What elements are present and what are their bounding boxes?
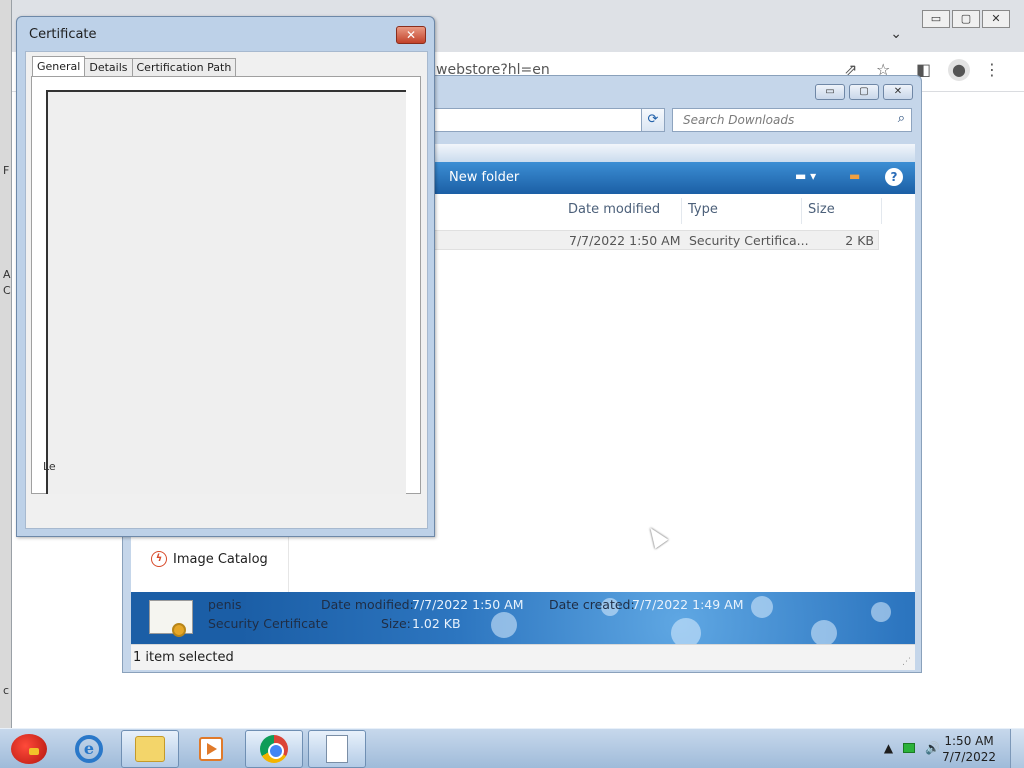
- explorer-maximize-button[interactable]: ▢: [849, 84, 879, 100]
- taskbar-file-explorer[interactable]: [121, 730, 179, 768]
- navigation-pane: ϟ Image Catalog: [131, 536, 289, 592]
- taskbar-media-player[interactable]: [182, 730, 240, 768]
- certificate-dialog-body: General Details Certification Path Le: [25, 51, 428, 529]
- network-icon[interactable]: [903, 743, 916, 753]
- column-header-type[interactable]: Type: [682, 198, 802, 224]
- clock-date: 7/7/2022: [942, 750, 996, 764]
- resize-grip-icon[interactable]: ⋰: [902, 657, 911, 667]
- preview-pane-icon[interactable]: ▬: [849, 169, 860, 183]
- certificate-information-box: [46, 90, 406, 494]
- clock-time: 1:50 AM: [944, 734, 994, 748]
- change-view-icon[interactable]: ▬ ▾: [795, 169, 816, 183]
- image-catalog-icon: ϟ: [151, 551, 167, 567]
- learn-more-link-fragment[interactable]: Le: [43, 460, 56, 473]
- angry-bird-start-icon: [11, 734, 47, 764]
- internet-explorer-icon: e: [75, 735, 103, 763]
- profile-avatar-icon[interactable]: ●: [948, 59, 970, 81]
- system-tray: ▲ 🔊: [884, 741, 940, 755]
- show-hidden-icons-arrow-icon[interactable]: ▲: [884, 741, 893, 755]
- file-row[interactable]: 7/7/2022 1:50 AM Security Certifica... 2…: [431, 230, 879, 250]
- taskbar-chrome[interactable]: [245, 730, 303, 768]
- details-pane: penis Security Certificate Date modified…: [131, 592, 915, 648]
- certificate-file-icon: [149, 600, 193, 637]
- new-folder-button[interactable]: New folder: [449, 170, 519, 185]
- certificate-close-button[interactable]: ✕: [396, 26, 426, 44]
- help-icon[interactable]: ?: [885, 168, 903, 186]
- column-header-size[interactable]: Size: [802, 198, 882, 224]
- details-size-value: 1.02 KB: [412, 616, 461, 631]
- nav-item-label: Image Catalog: [173, 551, 268, 567]
- decor-bubble: [871, 602, 891, 622]
- certificate-tab-bar: General Details Certification Path: [32, 56, 237, 78]
- details-date-modified-value: 7/7/2022 1:50 AM: [412, 597, 524, 612]
- certificate-seal-icon: [172, 623, 186, 637]
- file-size: 2 KB: [845, 233, 874, 248]
- volume-icon[interactable]: 🔊: [925, 741, 940, 755]
- refresh-button[interactable]: ⟳: [641, 108, 665, 132]
- explorer-close-button[interactable]: ✕: [883, 84, 913, 100]
- folder-icon: [135, 736, 165, 762]
- file-type: Security Certifica...: [689, 233, 809, 248]
- details-date-modified-label: Date modified:: [321, 597, 414, 612]
- decor-bubble: [491, 612, 517, 638]
- nav-item-image-catalog[interactable]: ϟ Image Catalog: [151, 551, 268, 567]
- chrome-icon: [260, 735, 288, 763]
- tab-certification-path[interactable]: Certification Path: [131, 58, 237, 78]
- tab-general[interactable]: General: [32, 56, 86, 78]
- search-placeholder: Search Downloads: [683, 113, 795, 127]
- browser-close-button[interactable]: ✕: [982, 10, 1010, 28]
- taskbar-internet-explorer[interactable]: e: [60, 730, 118, 768]
- desktop-icon-label-fragment: A: [3, 268, 11, 281]
- tab-search-chevron-icon[interactable]: ⌄: [890, 26, 902, 42]
- status-bar: 1 item selected ⋰: [131, 644, 915, 670]
- search-downloads-input[interactable]: Search Downloads ⌕: [672, 108, 912, 132]
- browser-window-controls: ▭ ▢ ✕: [922, 10, 1010, 28]
- status-text: 1 item selected: [133, 650, 234, 665]
- explorer-minimize-button[interactable]: ▭: [815, 84, 845, 100]
- browser-maximize-button[interactable]: ▢: [952, 10, 980, 28]
- desktop-icon-label-fragment: C: [3, 284, 11, 297]
- general-tab-panel: Le: [31, 76, 421, 494]
- decor-bubble: [751, 596, 773, 618]
- taskbar-certificate-window[interactable]: [308, 730, 366, 768]
- browser-minimize-button[interactable]: ▭: [922, 10, 950, 28]
- certificate-dialog: Certificate ✕ General Details Certificat…: [16, 16, 435, 537]
- show-desktop-button[interactable]: [1010, 729, 1024, 768]
- details-date-created-label: Date created:: [549, 597, 635, 612]
- details-file-type: Security Certificate: [208, 616, 329, 631]
- start-button[interactable]: [0, 730, 58, 768]
- desktop-icon-label-fragment: F: [3, 164, 10, 177]
- explorer-window-controls: ▭ ▢ ✕: [815, 84, 913, 100]
- search-icon[interactable]: ⌕: [898, 111, 905, 126]
- decor-bubble: [811, 620, 837, 646]
- details-size-label: Size:: [381, 616, 411, 631]
- details-date-created-value: 7/7/2022 1:49 AM: [632, 597, 744, 612]
- tab-details[interactable]: Details: [84, 58, 133, 78]
- document-icon: [326, 735, 348, 763]
- details-file-name: penis: [208, 597, 242, 612]
- taskbar: e ▲ 🔊 1:50 AM 7/7/2022: [0, 728, 1024, 768]
- system-clock[interactable]: 1:50 AM 7/7/2022: [942, 733, 996, 765]
- column-header-date-modified[interactable]: Date modified: [562, 198, 682, 224]
- browser-menu-icon[interactable]: ⋮: [984, 60, 1000, 79]
- certificate-dialog-title: Certificate: [29, 27, 97, 42]
- desktop-icon-label-fragment: c: [3, 684, 10, 697]
- file-date-modified: 7/7/2022 1:50 AM: [569, 233, 681, 248]
- media-player-icon: [199, 737, 223, 761]
